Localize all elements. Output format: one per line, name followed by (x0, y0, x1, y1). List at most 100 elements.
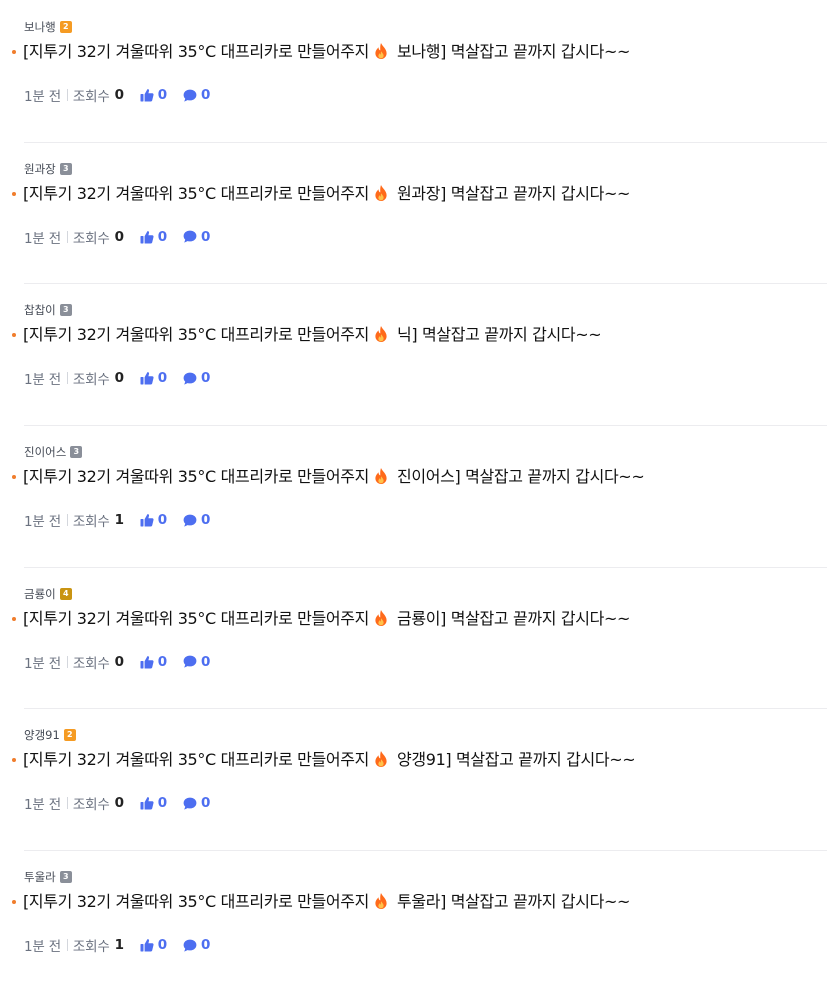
author-row: 양갱91 2 (24, 728, 76, 742)
post-title[interactable]: [지투기 32기 겨울따위 35°C 대프리카로 만들어주지 보나행] 멱살잡고 … (23, 40, 630, 64)
comments-stat[interactable]: 0 (183, 229, 210, 245)
author-row: 진이어스 3 (24, 445, 83, 459)
post-meta: 1분 전 조회수 0 0 0 (24, 86, 210, 105)
post-title-link[interactable]: [지투기 32기 겨울따위 35°C 대프리카로 만들어주지 닉] 멱살잡고 끝까… (12, 323, 602, 347)
comment-bubble-icon (183, 89, 197, 102)
post-title-link[interactable]: [지투기 32기 겨울따위 35°C 대프리카로 만들어주지 원과장] 멱살잡고 … (12, 182, 630, 206)
author-name[interactable]: 투울라 (24, 870, 56, 884)
list-item: 양갱91 2 [지투기 32기 겨울따위 35°C 대프리카로 만들어주지 양갱9… (12, 708, 827, 850)
likes-stat[interactable]: 0 (140, 512, 167, 528)
post-title[interactable]: [지투기 32기 겨울따위 35°C 대프리카로 만들어주지 금룡이] 멱살잡고 … (23, 607, 630, 631)
divider (66, 89, 68, 101)
bullet-dot (12, 758, 16, 763)
post-title[interactable]: [지투기 32기 겨울따위 35°C 대프리카로 만들어주지 원과장] 멱살잡고 … (23, 182, 630, 206)
post-meta: 1분 전 조회수 1 0 0 (24, 511, 210, 531)
post-title-prefix: [지투기 32기 겨울따위 35°C 대프리카로 만들어주지 (23, 892, 370, 912)
post-title[interactable]: [지투기 32기 겨울따위 35°C 대프리카로 만들어주지 양갱91] 멱살잡고… (23, 748, 636, 772)
comments-stat[interactable]: 0 (183, 937, 210, 953)
author-name[interactable]: 진이어스 (24, 445, 66, 459)
comments-count: 0 (201, 228, 211, 245)
level-badge: 3 (70, 446, 83, 459)
divider (66, 372, 68, 385)
bullet-dot (12, 475, 16, 480)
post-title-suffix: 진이어스] 멱살잡고 끝까지 갑시다~~ (397, 467, 645, 487)
post-title[interactable]: [지투기 32기 겨울따위 35°C 대프리카로 만들어주지 닉] 멱살잡고 끝까… (23, 323, 602, 347)
comment-bubble-icon (183, 514, 197, 527)
post-time: 1분 전 (24, 514, 61, 531)
likes-count: 0 (157, 512, 167, 529)
comments-stat[interactable]: 0 (183, 795, 210, 811)
level-badge: 3 (59, 304, 72, 317)
likes-stat[interactable]: 0 (140, 654, 167, 670)
author-name[interactable]: 원과장 (24, 162, 56, 176)
bullet-dot (12, 616, 16, 621)
post-title-suffix: 양갱91] 멱살잡고 끝까지 갑시다~~ (397, 750, 636, 770)
comments-stat[interactable]: 0 (183, 370, 210, 386)
author-row: 투울라 3 (24, 870, 72, 884)
fire-icon (375, 184, 387, 201)
post-title-link[interactable]: [지투기 32기 겨울따위 35°C 대프리카로 만들어주지 양갱91] 멱살잡고… (12, 748, 636, 772)
views-count: 0 (114, 228, 124, 245)
thumbs-up-icon (140, 89, 154, 102)
views-count: 0 (114, 370, 124, 387)
likes-count: 0 (157, 370, 167, 387)
views-label: 조회수 (72, 797, 110, 814)
likes-count: 0 (157, 795, 167, 812)
views-count: 0 (114, 653, 124, 670)
post-time: 1분 전 (24, 939, 61, 956)
divider (66, 655, 68, 668)
comments-stat[interactable]: 0 (183, 87, 210, 103)
post-title-suffix: 닉] 멱살잡고 끝까지 갑시다~~ (397, 325, 602, 345)
comments-count: 0 (201, 937, 211, 954)
post-title-suffix: 원과장] 멱살잡고 끝까지 갑시다~~ (397, 183, 631, 203)
fire-icon (375, 468, 387, 485)
fire-icon (375, 609, 387, 626)
divider (66, 939, 68, 952)
likes-stat[interactable]: 0 (140, 87, 167, 103)
thumbs-up-icon (140, 230, 154, 244)
post-title-prefix: [지투기 32기 겨울따위 35°C 대프리카로 만들어주지 (23, 183, 370, 203)
thumbs-up-icon (140, 655, 154, 669)
likes-stat[interactable]: 0 (140, 795, 167, 811)
comments-count: 0 (201, 512, 211, 529)
views-count: 0 (114, 795, 124, 812)
author-row: 찹찹이 3 (24, 303, 72, 317)
post-list: 보나행 2 [지투기 32기 겨울따위 35°C 대프리카로 만들어주지 보나행]… (0, 0, 827, 992)
views-label: 조회수 (72, 89, 110, 105)
post-title-link[interactable]: [지투기 32기 겨울따위 35°C 대프리카로 만들어주지 보나행] 멱살잡고 … (12, 40, 630, 64)
author-row: 원과장 3 (24, 162, 72, 176)
likes-stat[interactable]: 0 (140, 229, 167, 245)
author-name[interactable]: 찹찹이 (24, 303, 56, 317)
author-name[interactable]: 양갱91 (24, 728, 60, 742)
post-title-link[interactable]: [지투기 32기 겨울따위 35°C 대프리카로 만들어주지 투울라] 멱살잡고 … (12, 890, 630, 914)
post-title-link[interactable]: [지투기 32기 겨울따위 35°C 대프리카로 만들어주지 금룡이] 멱살잡고 … (12, 607, 630, 631)
post-time: 1분 전 (24, 372, 61, 389)
author-row: 금룡이 4 (24, 587, 72, 601)
likes-count: 0 (157, 228, 167, 245)
likes-count: 0 (157, 937, 167, 954)
post-time: 1분 전 (24, 797, 61, 814)
post-title[interactable]: [지투기 32기 겨울따위 35°C 대프리카로 만들어주지 진이어스] 멱살잡고… (23, 465, 645, 489)
likes-stat[interactable]: 0 (140, 370, 167, 386)
divider (66, 230, 68, 243)
comments-stat[interactable]: 0 (183, 654, 210, 670)
comments-count: 0 (201, 87, 211, 103)
post-title-link[interactable]: [지투기 32기 겨울따위 35°C 대프리카로 만들어주지 진이어스] 멱살잡고… (12, 465, 645, 489)
author-name[interactable]: 금룡이 (24, 587, 56, 601)
thumbs-up-icon (140, 372, 154, 385)
comment-bubble-icon (183, 939, 197, 952)
level-badge: 3 (59, 162, 72, 175)
comments-count: 0 (201, 653, 211, 670)
bullet-dot (12, 50, 16, 54)
post-time: 1분 전 (24, 230, 61, 247)
post-title-suffix: 금룡이] 멱살잡고 끝까지 갑시다~~ (397, 608, 631, 628)
post-title-prefix: [지투기 32기 겨울따위 35°C 대프리카로 만들어주지 (23, 608, 370, 628)
post-time: 1분 전 (24, 89, 61, 105)
comments-count: 0 (201, 795, 211, 812)
author-name[interactable]: 보나행 (24, 20, 56, 34)
likes-stat[interactable]: 0 (140, 937, 167, 953)
comments-stat[interactable]: 0 (183, 512, 210, 528)
views-count: 1 (114, 512, 124, 529)
post-title-prefix: [지투기 32기 겨울따위 35°C 대프리카로 만들어주지 (23, 42, 370, 61)
post-title[interactable]: [지투기 32기 겨울따위 35°C 대프리카로 만들어주지 투울라] 멱살잡고 … (23, 890, 630, 914)
